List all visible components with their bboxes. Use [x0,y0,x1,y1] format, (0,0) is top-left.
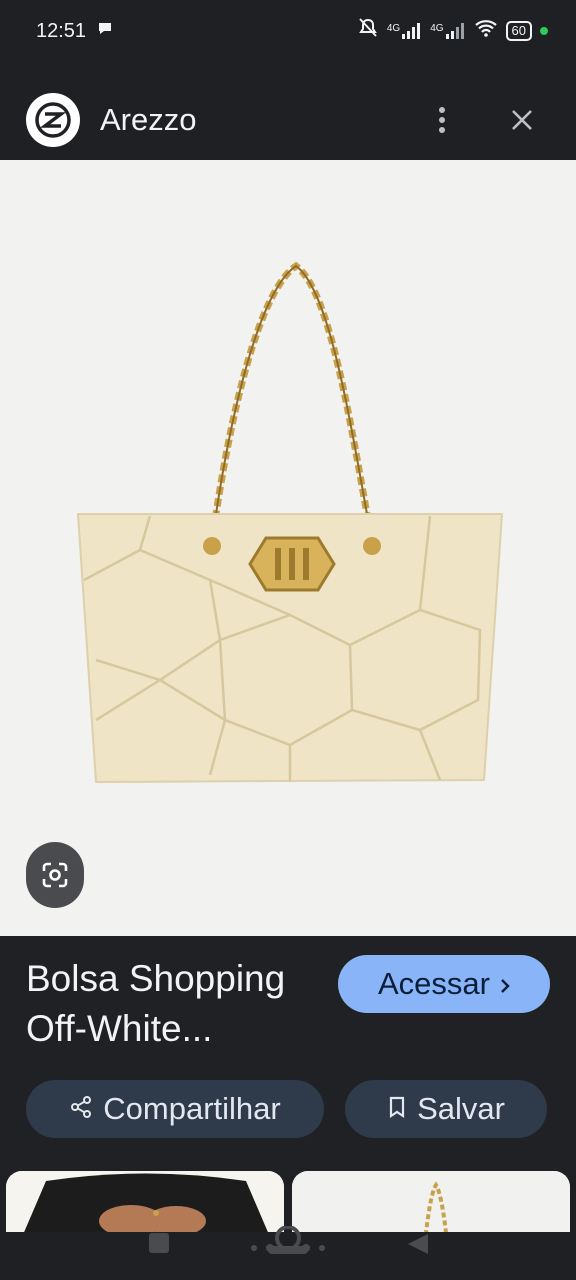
mute-icon [357,18,379,44]
share-button[interactable]: Compartilhar [26,1080,324,1138]
wifi-icon [474,19,498,43]
product-title: Bolsa Shopping Off-White... [26,958,286,1049]
signal-2-icon: 4G [430,23,465,39]
google-lens-icon[interactable] [26,842,84,908]
network-type-1: 4G [386,23,401,34]
save-button[interactable]: Salvar [345,1080,547,1138]
home-icon[interactable] [248,1225,328,1265]
more-vert-icon[interactable] [424,102,460,138]
product-image[interactable] [0,160,576,936]
share-icon [69,1091,93,1127]
privacy-indicator [540,27,548,35]
chevron-right-icon [500,966,510,1002]
site-name: Arezzo [100,102,197,137]
back-icon[interactable] [406,1232,430,1261]
site-header: Arezzo [0,80,576,160]
close-icon[interactable] [504,102,540,138]
recents-icon[interactable] [148,1232,170,1259]
save-label: Salvar [417,1091,505,1126]
arezzo-logo-icon [26,93,80,147]
system-nav-bar [0,1225,576,1280]
status-time: 12:51 [36,19,87,42]
battery-icon: 60 [505,21,532,41]
bookmark-icon [387,1091,407,1127]
status-bar: 12:51 4G 4G 60 [0,0,576,62]
access-button[interactable]: Acessar [338,955,550,1013]
signal-1-icon: 4G [387,23,422,39]
access-label: Acessar [378,966,490,1001]
network-type-2: 4G [430,23,444,34]
chat-notification-icon [96,19,114,43]
share-label: Compartilhar [103,1091,281,1126]
